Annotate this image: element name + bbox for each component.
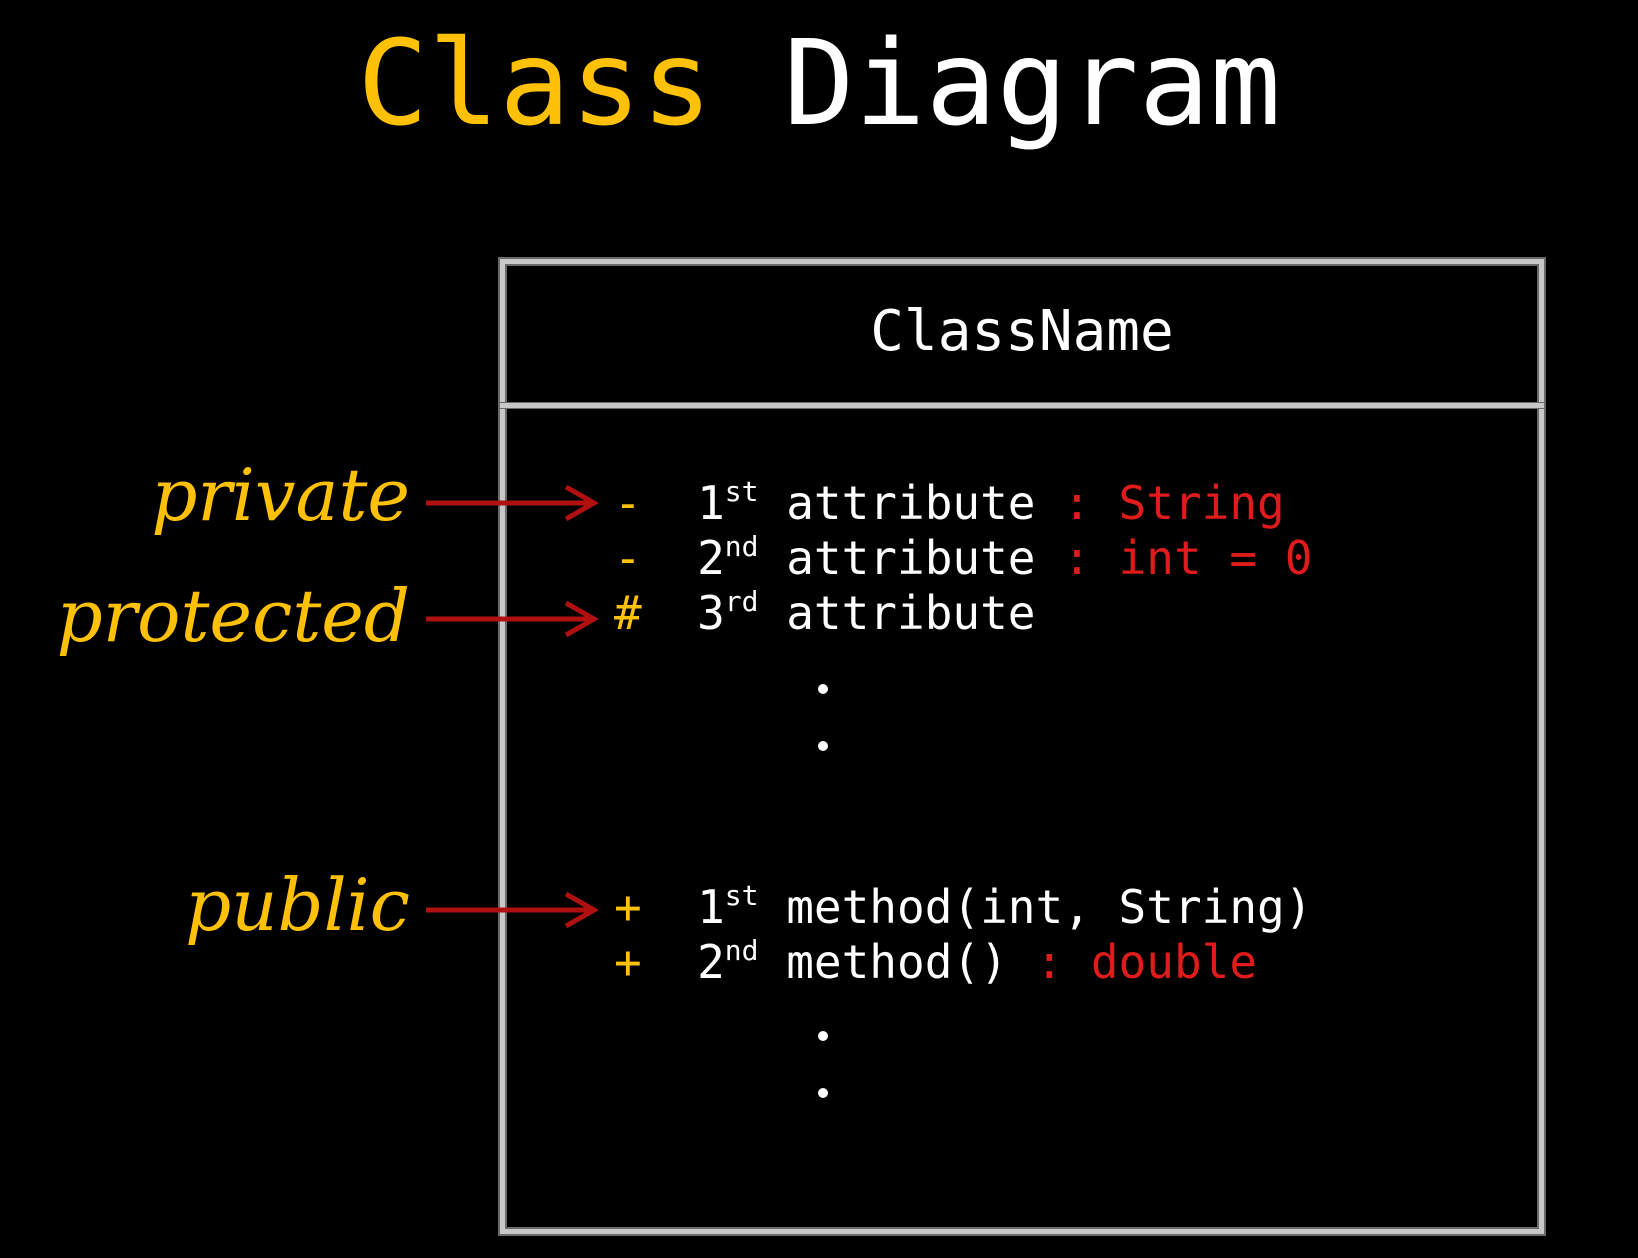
ellipsis-dot [818,1031,828,1041]
label-public: public [185,863,410,947]
arrow-private [426,484,598,522]
ellipsis-dot [818,684,828,694]
attribute-row-1: - 1st attribute : String [614,473,1285,533]
title-word-class: Class [357,14,713,152]
ordinal: 2nd [697,933,759,989]
attribute-name: attribute [786,586,1036,640]
visibility-symbol: # [614,586,642,640]
label-protected: protected [56,574,410,658]
label-private: private [151,453,410,537]
class-name: ClassName [870,299,1174,364]
attribute-row-2: - 2nd attribute : int = 0 [614,528,1312,588]
visibility-symbol: + [614,880,642,934]
ordinal: 1st [697,878,759,934]
visibility-symbol: - [614,531,642,585]
ellipsis-dot [818,1088,828,1098]
attribute-type: : String [1035,476,1285,530]
ellipsis-dot [818,741,828,751]
attribute-row-3: # 3rd attribute [614,583,1035,643]
ordinal: 3rd [697,584,759,640]
title-word-diagram: Diagram [783,14,1281,152]
ordinal: 1st [697,474,759,530]
visibility-symbol: + [614,935,642,989]
class-box-divider [500,403,1544,408]
arrow-protected [426,600,598,638]
method-row-1: + 1st method(int, String) [614,877,1312,937]
ordinal: 2nd [697,529,759,585]
method-signature: method() [786,935,1008,989]
slide-title: Class Diagram [0,8,1638,158]
arrow-public [426,891,598,929]
method-return-type: : double [1007,935,1258,989]
method-row-2: + 2nd method() : double [614,932,1257,992]
visibility-symbol: - [614,476,642,530]
attribute-name: attribute [786,531,1036,585]
class-diagram-slide: Class Diagram ClassName - 1st attribute … [0,0,1638,1258]
attribute-type: : int = 0 [1035,531,1313,585]
method-signature: method(int, String) [786,880,1313,934]
attribute-name: attribute [786,476,1036,530]
